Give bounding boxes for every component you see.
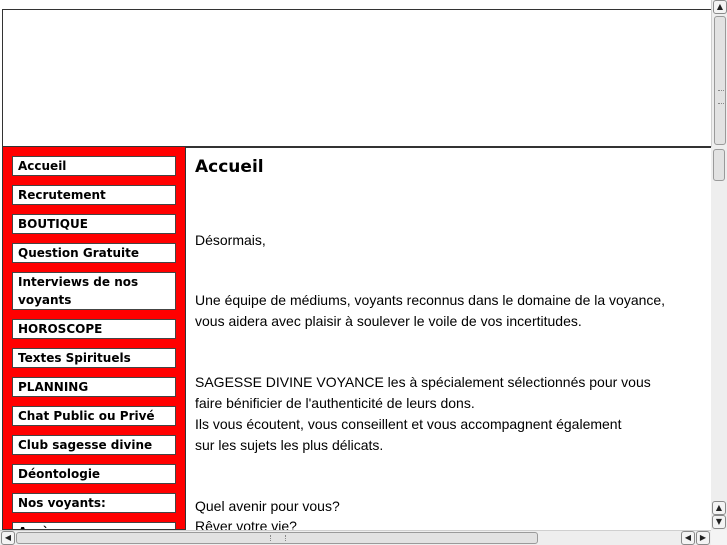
arrow-right-icon[interactable]: ▶	[696, 531, 710, 545]
grip-icon	[718, 90, 724, 104]
frame-vertical-scrollbar[interactable]: ▲ ▼	[711, 147, 727, 530]
menu-item-chat[interactable]: Chat Public ou Privé	[12, 406, 176, 426]
horizontal-scroll-thumb[interactable]	[16, 532, 538, 544]
arrow-up-icon[interactable]: ▲	[713, 0, 727, 14]
menu-item-planning[interactable]: PLANNING	[12, 377, 176, 397]
menu-item-accueil[interactable]: Accueil	[12, 156, 176, 176]
main-content: Accueil Désormais, Une équipe de médiums…	[186, 147, 711, 530]
scrollbar-corner	[711, 530, 727, 545]
page-scroll-thumb[interactable]	[714, 16, 726, 145]
page-vertical-scrollbar[interactable]: ▲	[711, 0, 727, 147]
menu-item-boutique[interactable]: BOUTIQUE	[12, 214, 176, 234]
arrow-down-icon[interactable]: ▼	[712, 515, 726, 529]
horizontal-scrollbar[interactable]: ◀ ◀ ▶	[0, 530, 711, 545]
menu-item-deontologie[interactable]: Déontologie	[12, 464, 176, 484]
page-title: Accueil	[195, 157, 264, 177]
menu-item-horoscope[interactable]: HOROSCOPE	[12, 319, 176, 339]
menu-item-club[interactable]: Club sagesse divine	[12, 435, 176, 455]
menu-item-nos-voyants[interactable]: Nos voyants:	[12, 493, 176, 513]
paragraph-line: vous aidera avec plaisir à soulever le v…	[195, 313, 582, 329]
menu-item-interviews[interactable]: Interviews de nos voyants	[12, 272, 176, 310]
sidebar-menu: Accueil Recrutement BOUTIQUE Question Gr…	[2, 147, 186, 530]
paragraph-line: SAGESSE DIVINE VOYANCE les à spécialemen…	[195, 374, 651, 390]
menu-item-textes-spirituels[interactable]: Textes Spirituels	[12, 348, 176, 368]
header-banner-frame	[2, 9, 711, 147]
paragraph-line: Ils vous écoutent, vous conseillent et v…	[195, 416, 622, 432]
menu-item-acces[interactable]: Accès...	[12, 522, 176, 529]
arrow-left-icon[interactable]: ◀	[681, 531, 695, 545]
browser-viewport: Accueil Recrutement BOUTIQUE Question Gr…	[0, 0, 727, 545]
menu-item-recrutement[interactable]: Recrutement	[12, 185, 176, 205]
grip-icon	[270, 535, 286, 541]
intro-text: Désormais,	[195, 232, 266, 248]
arrow-left-icon[interactable]: ◀	[1, 531, 15, 545]
frame-scroll-thumb[interactable]	[713, 149, 725, 181]
menu-list: Accueil Recrutement BOUTIQUE Question Gr…	[12, 156, 176, 529]
menu-item-question-gratuite[interactable]: Question Gratuite	[12, 243, 176, 263]
paragraph-line: Une équipe de médiums, voyants reconnus …	[195, 292, 666, 308]
paragraph-line: Quel avenir pour vous?	[195, 498, 340, 514]
arrow-up-icon[interactable]: ▲	[712, 501, 726, 515]
paragraph-line: sur les sujets les plus délicats.	[195, 437, 384, 453]
paragraph-line: Rêver votre vie?	[195, 518, 297, 530]
paragraph-line: faire bénificier de l'authenticité de le…	[195, 395, 475, 411]
